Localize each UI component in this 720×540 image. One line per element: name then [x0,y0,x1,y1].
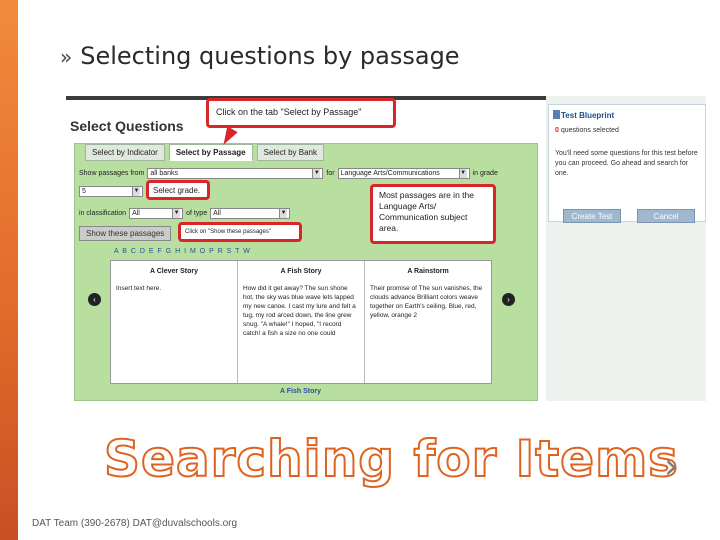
show-passages-button[interactable]: Show these passages [79,226,172,241]
bank-select-value: all banks [150,170,179,177]
tab-bar: Select by Indicator Select by Passage Se… [85,144,325,161]
slide-title: » Selecting questions by passage [60,42,460,70]
left-accent-bar [0,0,18,540]
in-grade-label: in grade [472,170,498,177]
type-select-value: All [213,210,221,217]
classification-select-value: All [132,210,140,217]
passage-carousel: A Clever Story Insert text here. A Fish … [110,260,492,384]
count-suffix: questions selected [560,127,619,134]
chevron-down-icon: ▼ [458,169,467,178]
passage-title: A Clever Story [150,268,198,275]
slide-title-text: Selecting questions by passage [80,42,460,70]
passage-card[interactable]: A Fish Story How did it get away? The su… [238,261,365,383]
type-select[interactable]: All ▼ [210,208,291,219]
passage-title: A Rainstorm [407,268,449,275]
type-label: of type [186,210,208,217]
blueprint-title: Test Blueprint [561,111,615,120]
tab-select-by-bank[interactable]: Select by Bank [256,144,325,161]
count-number: 0 [555,127,559,134]
panel-heading: Select Questions [70,118,184,134]
big-heading: Searching for Items [103,429,679,489]
bullet-chevron: » [60,45,73,69]
grade-select[interactable]: 5 ▼ [79,186,143,197]
chevron-down-icon: ▼ [172,209,181,218]
test-blueprint-panel: Test Blueprint 0 questions selected You'… [548,104,706,223]
subject-select-value: Language Arts/Communications [340,170,440,177]
chevron-down-icon: ▼ [312,169,321,178]
classification-label: in classification [79,210,127,217]
chevron-down-icon: ▼ [279,209,288,218]
show-row: Show these passages [79,226,172,241]
document-icon [553,110,560,119]
show-passages-label: Show passages from [79,170,145,177]
prev-arrow-icon[interactable]: ‹ [88,293,101,306]
questions-selected-count: 0 questions selected [555,127,619,134]
callout-tab: Click on the tab "Select by Passage" [206,98,396,128]
for-label: for [326,170,335,177]
tab-select-by-indicator[interactable]: Select by Indicator [85,144,165,161]
cancel-button[interactable]: Cancel [637,209,695,223]
tab-select-by-passage[interactable]: Select by Passage [168,144,253,161]
passage-text: Insert text here. [116,285,162,292]
footer-text: DAT Team (390-2678) DAT@duvalschools.org [32,518,238,529]
blueprint-message: You'll need some questions for this test… [555,150,698,177]
passage-card[interactable]: A Rainstorm Their promise of The sun van… [365,261,491,383]
grade-select-value: 5 [82,188,86,195]
passage-card[interactable]: A Clever Story Insert text here. [111,261,238,383]
subject-select[interactable]: Language Arts/Communications ▼ [337,168,470,179]
classification-select[interactable]: All ▼ [129,208,184,219]
create-test-button[interactable]: Create Test [563,209,621,223]
passage-text: Their promise of The sun vanishes, the c… [370,285,483,319]
passage-text: How did it get away? The sun shone hot, … [243,285,356,337]
passage-title: A Fish Story [280,268,322,275]
next-arrow-icon[interactable]: › [502,293,515,306]
filter-row-classification: in classification All ▼ of type All ▼ [79,208,291,219]
screenshot: Select Questions Select by Indicator Sel… [66,96,706,401]
bank-select[interactable]: all banks ▼ [147,168,324,179]
callout-grade: Select grade. [146,180,210,200]
filter-row-grade: 5 ▼ [79,186,143,197]
next-slide-chevron-icon: › [664,446,679,487]
callout-show: Click on "Show these passages" [178,222,302,242]
alphabet-index[interactable]: A B C D E F G H I M O P R S T W [114,248,251,255]
filter-row-bank: Show passages from all banks ▼ for Langua… [79,168,498,179]
selected-passage-caption: A Fish Story [280,388,321,395]
chevron-down-icon: ▼ [132,187,140,196]
callout-subject: Most passages are in the Language Arts/ … [370,184,496,244]
select-questions-panel: Select Questions Select by Indicator Sel… [66,96,546,401]
